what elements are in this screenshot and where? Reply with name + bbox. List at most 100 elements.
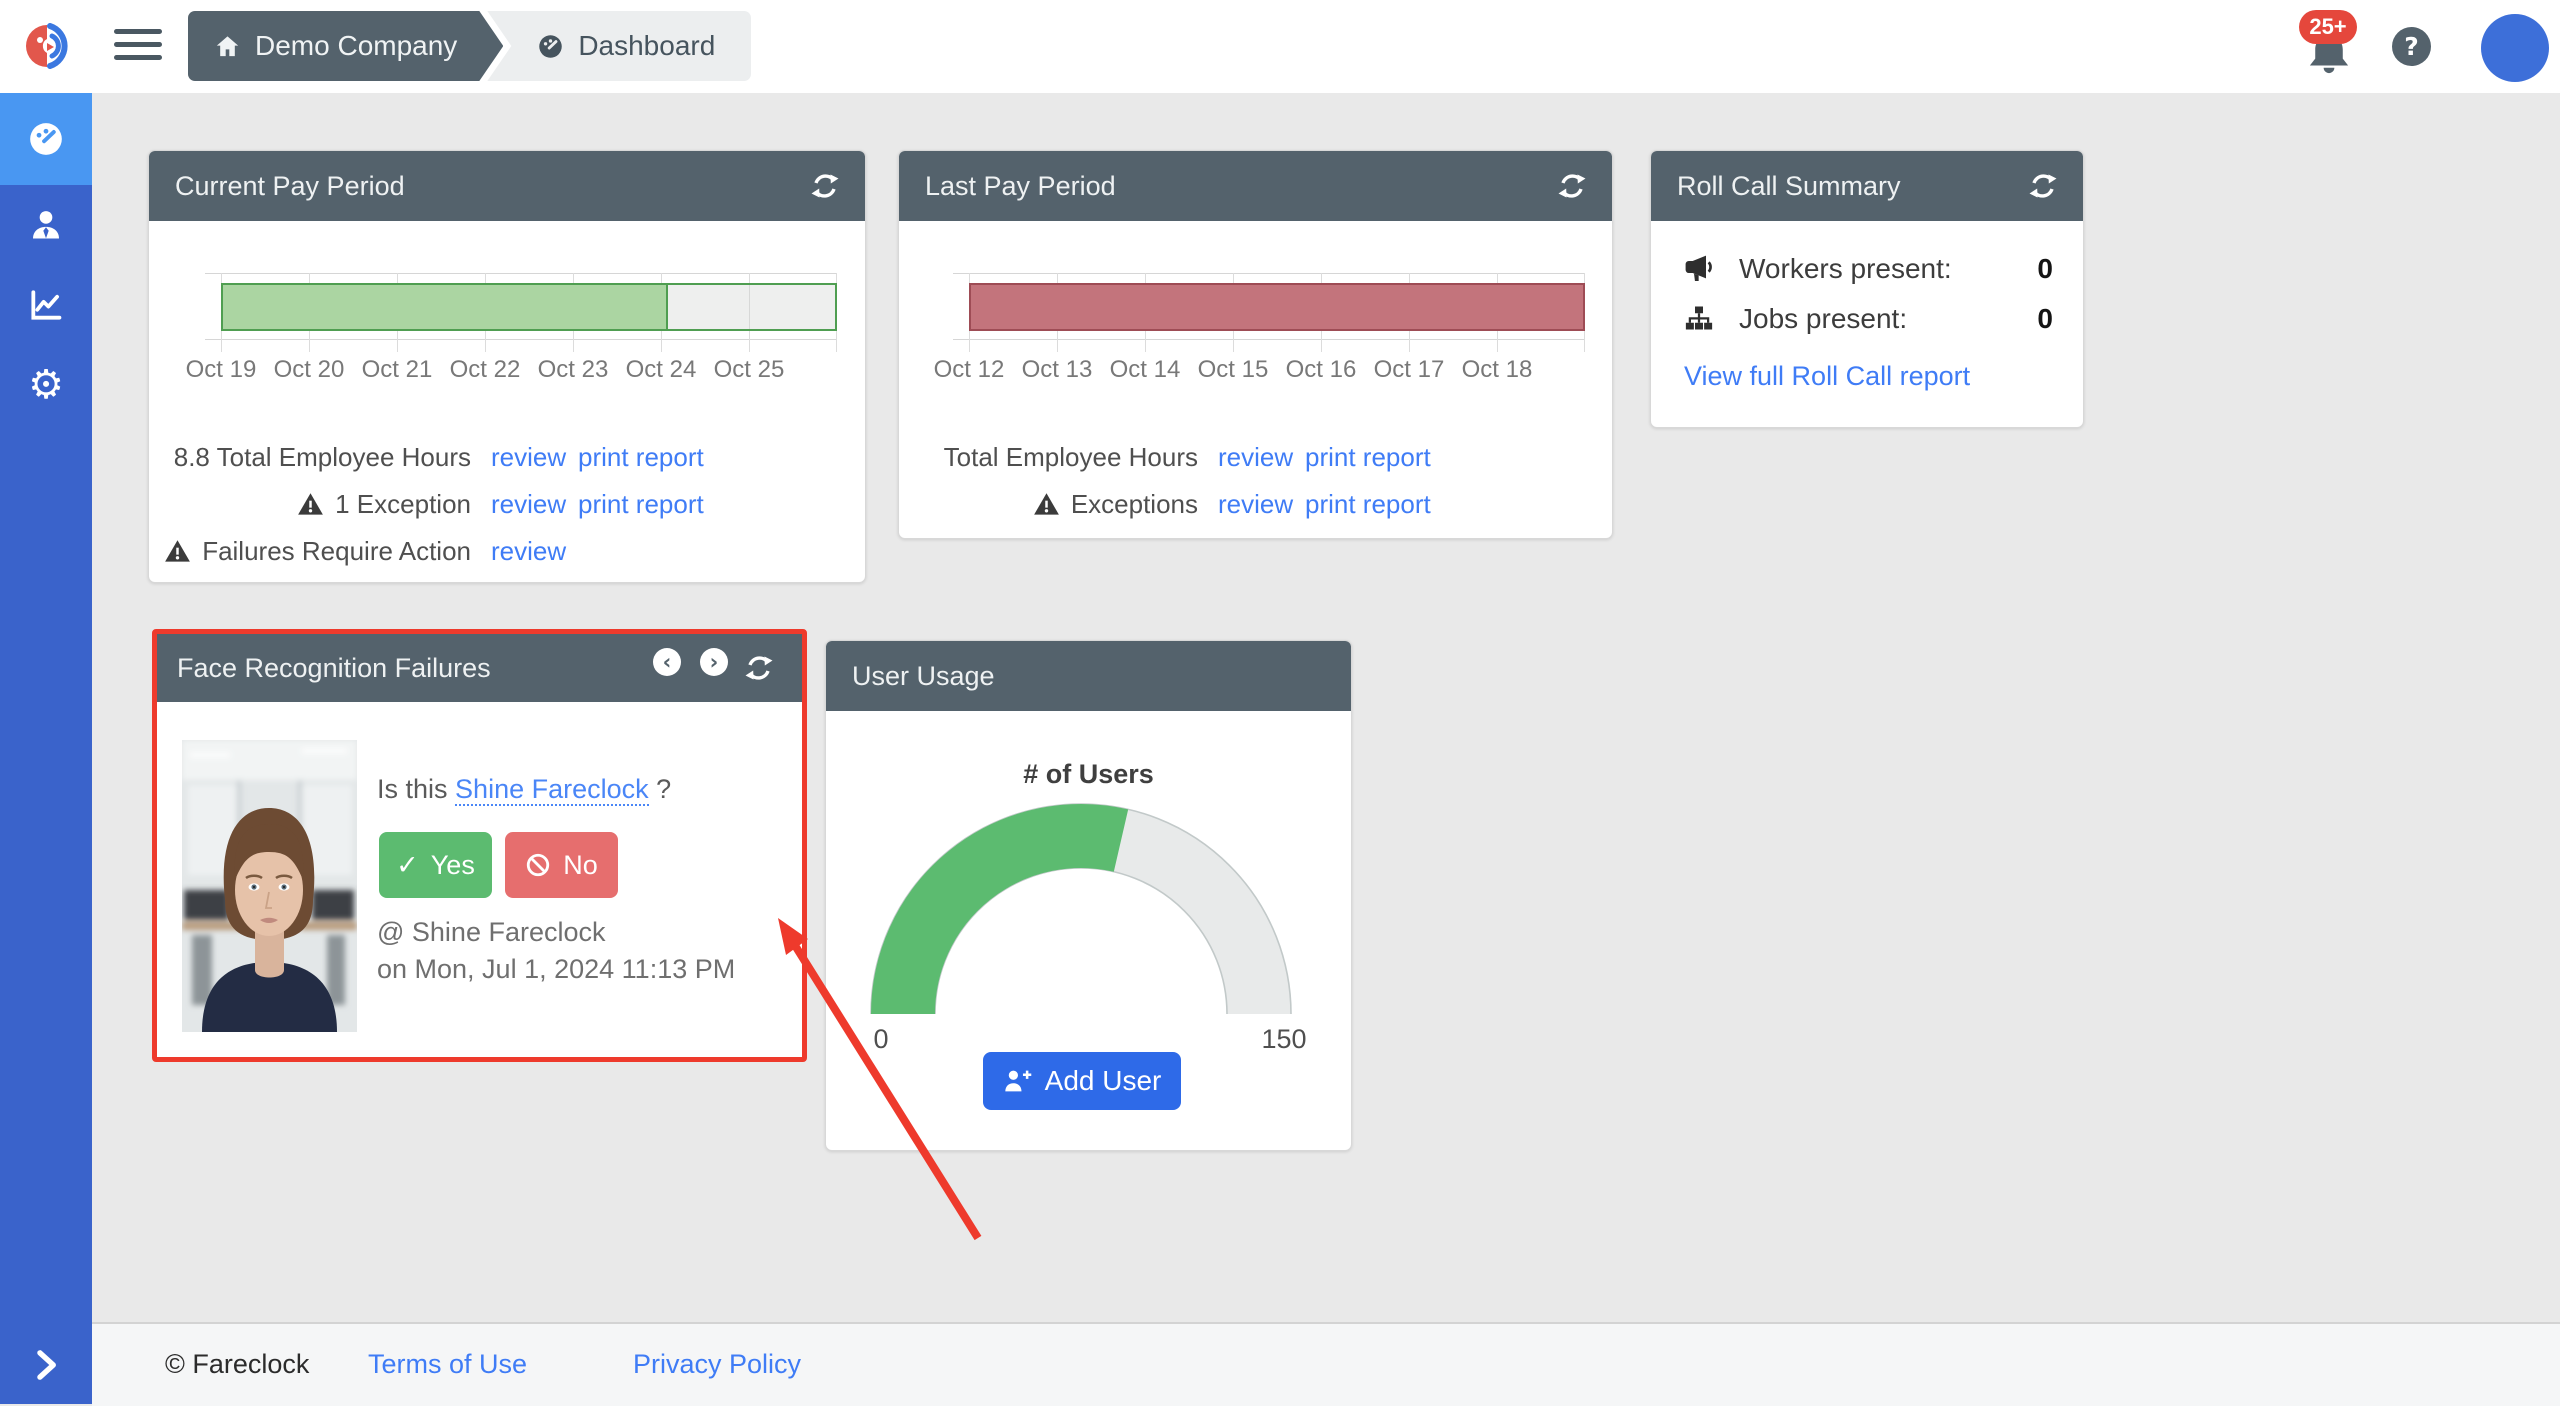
stat-row: Total Employee Hours review print report (876, 434, 1612, 481)
next-button[interactable]: › (700, 648, 728, 676)
gear-icon: ⚙ (28, 362, 64, 408)
progress-bar-remainder (667, 285, 835, 329)
question-icon: ? (2404, 32, 2419, 61)
roll-call-row: Jobs present: 0 (1684, 297, 2053, 341)
face-recognition-failures-card: Face Recognition Failures ‹ › Is this Sh… (152, 629, 807, 1062)
print-report-link[interactable]: print report (559, 442, 779, 473)
card-header: Last Pay Period (899, 151, 1612, 221)
face-photo (182, 740, 357, 1032)
check-icon: ✓ (396, 849, 419, 881)
ban-icon (527, 853, 550, 877)
add-user-button[interactable]: Add User (983, 1052, 1181, 1110)
footer: © Fareclock Terms of Use Privacy Policy (92, 1322, 2560, 1406)
sidebar-expand-button[interactable] (0, 1340, 92, 1390)
warning-icon (165, 540, 191, 562)
roll-call-summary-card: Roll Call Summary Workers present: 0 Job… (1650, 150, 2084, 428)
menu-icon[interactable] (114, 29, 162, 65)
chart-line-icon (31, 290, 62, 320)
review-link[interactable]: review (471, 489, 566, 520)
breadcrumb-dashboard-label: Dashboard (578, 30, 716, 61)
card-title: User Usage (852, 660, 995, 691)
user-avatar[interactable] (2481, 14, 2549, 82)
help-button[interactable]: ? (2392, 27, 2431, 66)
dashboard-gauge-icon (537, 33, 564, 60)
refresh-icon[interactable] (1556, 170, 1588, 202)
roll-call-label: Jobs present: (1739, 303, 1908, 334)
privacy-policy-link[interactable]: Privacy Policy (633, 1324, 801, 1404)
print-report-link[interactable]: print report (1286, 489, 1506, 520)
person-icon (33, 211, 59, 239)
sidebar-item-dashboard[interactable] (0, 93, 92, 185)
warning-icon (298, 493, 323, 515)
gauge-title: # of Users (1023, 759, 1154, 789)
current-pay-period-card: Current Pay Period Oct 19 Oct 20 Oct 21 … (148, 150, 866, 583)
last-pay-period-card: Last Pay Period Oct 12 Oct 13 Oct 14 Oct… (898, 150, 1613, 539)
user-usage-card: User Usage # of Users 0 150 Add User (825, 640, 1352, 1151)
no-button[interactable]: No (505, 832, 618, 898)
review-link[interactable]: review (1198, 442, 1293, 473)
card-title: Last Pay Period (925, 170, 1116, 201)
yes-button[interactable]: ✓ Yes (379, 832, 492, 898)
home-icon (214, 33, 241, 60)
sidebar-item-reports[interactable] (0, 265, 92, 345)
print-report-link[interactable]: print report (1286, 442, 1506, 473)
stat-row: 8.8 Total Employee Hours review print re… (149, 434, 865, 481)
users-gauge (870, 803, 1292, 1015)
card-header: Face Recognition Failures ‹ › (157, 634, 802, 702)
breadcrumb: Demo Company Dashboard (188, 11, 752, 81)
gauge-max-label: 150 (1261, 1024, 1307, 1054)
gauge-min-label: 0 (873, 1024, 889, 1054)
sidebar-item-settings[interactable]: ⚙ (0, 345, 92, 425)
review-link[interactable]: review (471, 442, 566, 473)
stat-label: Exceptions (876, 489, 1198, 520)
refresh-icon[interactable] (809, 170, 841, 202)
roll-call-row: Workers present: 0 (1684, 247, 2053, 291)
terms-of-use-link[interactable]: Terms of Use (368, 1324, 527, 1404)
print-report-link[interactable]: print report (559, 489, 779, 520)
stat-row: Exceptions review print report (876, 481, 1612, 528)
progress-bar (969, 283, 1585, 331)
previous-button[interactable]: ‹ (653, 648, 681, 676)
warning-icon (1033, 493, 1059, 515)
refresh-icon[interactable] (2027, 170, 2059, 202)
view-roll-call-report-link[interactable]: View full Roll Call report (1684, 361, 1970, 392)
notifications-button[interactable]: 25+ (2299, 10, 2363, 74)
x-axis-labels: Oct 12 Oct 13 Oct 14 Oct 15 Oct 16 Oct 1… (933, 356, 1533, 383)
stat-row: 1 Exception review print report (149, 481, 865, 528)
review-link[interactable]: review (1198, 489, 1293, 520)
person-link[interactable]: Shine Fareclock (455, 774, 649, 806)
person-plus-icon (1004, 1070, 1031, 1092)
card-header: Roll Call Summary (1651, 151, 2083, 221)
stat-label: 8.8 Total Employee Hours (173, 442, 471, 472)
roll-call-label: Workers present: (1739, 253, 1952, 284)
progress-bar-fill (223, 285, 668, 329)
fareclock-logo-icon (26, 23, 68, 69)
x-axis-labels: Oct 19 Oct 20 Oct 21 Oct 22 Oct 23 Oct 2… (185, 356, 785, 383)
face-meta-user: @ Shine Fareclock (377, 917, 606, 947)
progress-bar (221, 283, 837, 331)
sidebar-item-team[interactable] (0, 185, 92, 265)
roll-call-value: 0 (2037, 253, 2053, 284)
pay-period-stats: 8.8 Total Employee Hours review print re… (149, 434, 865, 575)
breadcrumb-company[interactable]: Demo Company (188, 11, 503, 81)
dashboard-gauge-icon (30, 123, 62, 155)
breadcrumb-dashboard[interactable]: Dashboard (487, 11, 752, 81)
sidebar: ⚙ (0, 93, 92, 1404)
roll-call-value: 0 (2037, 303, 2053, 334)
refresh-icon[interactable] (743, 652, 775, 684)
face-meta: @ Shine Fareclock on Mon, Jul 1, 2024 11… (377, 914, 735, 988)
card-header: Current Pay Period (149, 151, 865, 221)
progress-bar-fill (971, 285, 1583, 329)
top-bar: Demo Company Dashboard 25+ ? (0, 0, 2560, 93)
stat-row: Failures Require Action review (149, 528, 865, 575)
pay-period-stats: Total Employee Hours review print report… (899, 434, 1612, 528)
face-question: Is this Shine Fareclock ? (377, 774, 672, 806)
review-link[interactable]: review (471, 536, 566, 567)
card-title: Roll Call Summary (1677, 170, 1901, 201)
chevron-right-icon (37, 1350, 56, 1380)
card-title: Face Recognition Failures (177, 652, 491, 683)
card-title: Current Pay Period (175, 170, 405, 201)
face-meta-time: on Mon, Jul 1, 2024 11:13 PM (377, 954, 736, 984)
copyright-text: © Fareclock (165, 1348, 310, 1379)
notification-count-badge: 25+ (2299, 10, 2357, 44)
